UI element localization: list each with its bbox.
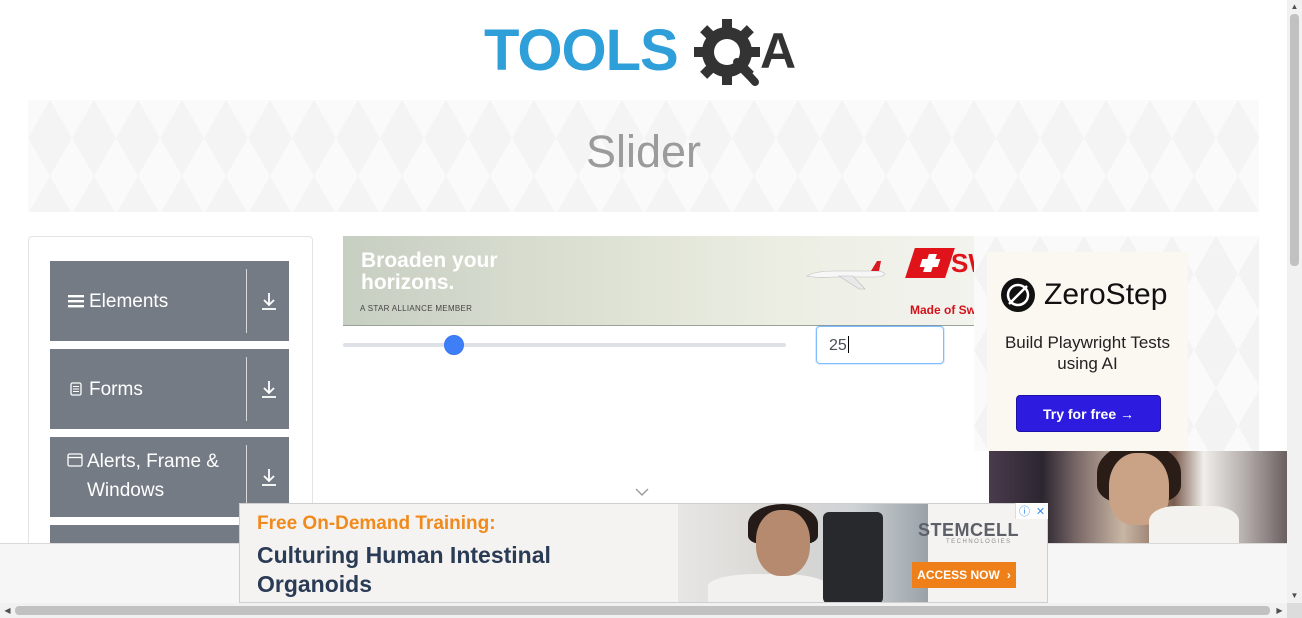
ad-kicker: Free On-Demand Training: — [257, 513, 496, 534]
stemcell-brand: STEMCELL — [918, 520, 1019, 540]
scroll-left-arrow-icon[interactable]: ◀ — [0, 603, 15, 618]
logo-text-tools: TOOLS — [484, 18, 678, 83]
download-icon[interactable] — [261, 291, 277, 311]
close-icon[interactable]: ✕ — [1036, 505, 1045, 518]
ad-tagline: Made of Sw — [910, 303, 974, 317]
toolsqa-logo[interactable]: TOOLS A — [484, 14, 808, 92]
logo-text-a: A — [760, 23, 796, 79]
video-frame-shape — [1149, 506, 1239, 543]
slider-value-text: 25 — [829, 337, 847, 354]
ad-headline: Broaden your horizons. — [361, 249, 498, 294]
hamburger-icon — [67, 294, 85, 308]
swiss-flag-icon — [905, 248, 955, 278]
sidebar-group-elements[interactable]: Elements — [50, 261, 289, 341]
window-icon — [67, 453, 83, 467]
range-slider[interactable] — [343, 343, 786, 347]
access-now-button[interactable]: ACCESS NOW › — [912, 562, 1016, 588]
download-icon[interactable] — [261, 379, 277, 399]
divider — [246, 269, 247, 333]
airplane-icon — [806, 261, 886, 290]
sidebar-group-header[interactable]: Forms — [50, 349, 246, 429]
try-for-free-button[interactable]: Try for free → — [1016, 395, 1161, 432]
scrollbar-corner — [1287, 603, 1302, 618]
vertical-scroll-thumb[interactable] — [1290, 14, 1299, 266]
sidebar-group-forms[interactable]: Forms — [50, 349, 289, 429]
zerostep-tagline: Build Playwright Tests using AI — [1004, 333, 1171, 373]
page-viewport: TOOLS A Slider Elements Forms Alerts, Fr… — [0, 0, 1287, 603]
ad-headline: Culturing Human Intestinal Organoids — [257, 542, 551, 597]
page-title: Slider — [585, 126, 702, 177]
document-icon — [67, 382, 85, 396]
ad-photo — [678, 504, 928, 602]
sidebar-group-header[interactable]: Alerts, Frame & Windows — [50, 437, 246, 517]
zerostep-logo-icon — [1001, 278, 1035, 312]
zerostep-card[interactable]: ZeroStep Build Playwright Tests using AI… — [987, 252, 1188, 451]
slider-value-input[interactable]: 25 — [816, 326, 944, 364]
horizontal-scrollbar[interactable]: ◀ ▶ — [0, 603, 1287, 618]
vertical-scrollbar[interactable]: ▲ ▼ — [1287, 0, 1302, 603]
adchoices-badge[interactable]: ⓘ ✕ — [1015, 503, 1048, 519]
access-now-label: ACCESS NOW — [917, 568, 1000, 582]
ad-photo-shape — [756, 510, 810, 576]
text-caret — [847, 336, 849, 353]
horizontal-scroll-thumb[interactable] — [15, 606, 1270, 615]
ad-member-text: A STAR ALLIANCE MEMBER — [360, 304, 473, 313]
divider — [246, 357, 247, 421]
stemcell-brand-sub: TECHNOLOGIES — [946, 539, 1012, 545]
sidebar-group-label: Alerts, Frame & Windows — [87, 451, 219, 501]
scroll-right-arrow-icon[interactable]: ▶ — [1272, 603, 1287, 618]
top-ad-banner[interactable]: Broaden your horizons. A STAR ALLIANCE M… — [343, 236, 974, 326]
download-icon[interactable] — [261, 467, 277, 487]
slider-handle[interactable] — [444, 335, 464, 355]
microscope-shape — [823, 512, 883, 602]
sidebar-group-label: Forms — [89, 378, 143, 400]
bottom-ad-banner[interactable]: Free On-Demand Training: Culturing Human… — [239, 503, 1048, 603]
zerostep-brand: ZeroStep — [1044, 278, 1168, 311]
sidebar-group-header[interactable]: Elements — [50, 261, 246, 341]
side-ad[interactable]: ZeroStep Build Playwright Tests using AI… — [974, 236, 1259, 451]
scroll-up-arrow-icon[interactable]: ▲ — [1287, 0, 1302, 14]
chevron-down-icon[interactable] — [635, 486, 649, 498]
sidebar-group-label: Elements — [89, 290, 169, 312]
divider — [246, 445, 247, 509]
gear-magnifier-icon — [694, 19, 760, 86]
chevron-right-icon: › — [1006, 568, 1011, 582]
info-icon[interactable]: ⓘ — [1019, 503, 1030, 519]
scroll-down-arrow-icon[interactable]: ▼ — [1287, 589, 1302, 603]
ad-photo-shape — [708, 574, 828, 602]
ad-brand: SW — [951, 248, 974, 278]
page-banner: Slider — [28, 100, 1259, 212]
